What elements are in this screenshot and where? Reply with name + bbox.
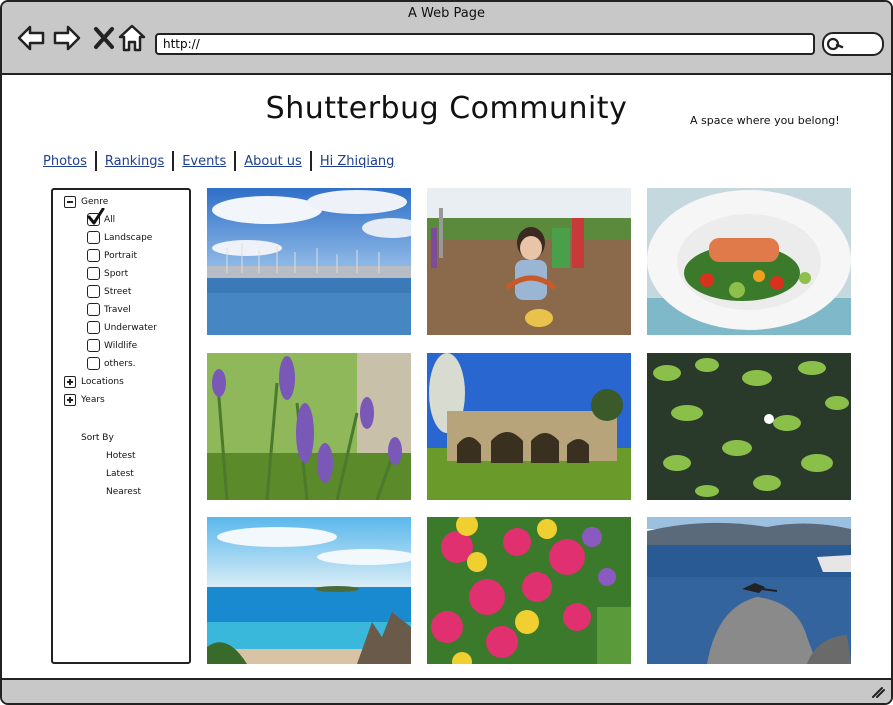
photo-marina[interactable] [207, 188, 411, 335]
photo-salmon-dish[interactable] [647, 188, 851, 335]
search-input[interactable] [822, 32, 884, 56]
close-icon[interactable] [90, 23, 120, 53]
checkbox-sport[interactable] [87, 267, 100, 280]
photo-bird-on-rock[interactable] [647, 517, 851, 664]
collapse-icon[interactable] [64, 196, 76, 208]
search-icon [826, 37, 844, 51]
checkbox-travel[interactable] [87, 303, 100, 316]
tree-years[interactable]: Years [64, 394, 105, 406]
genre-option-label: Street [104, 286, 132, 297]
genre-option-label: Underwater [104, 322, 157, 333]
genre-option-underwater[interactable]: Underwater [87, 321, 157, 334]
site-tagline: A space where you belong! [690, 114, 840, 127]
forward-arrow-icon[interactable] [52, 23, 82, 53]
checkbox-others[interactable] [87, 357, 100, 370]
nav-link-user[interactable]: Hi Zhiqiang [312, 154, 403, 169]
page-content: Shutterbug Community A space where you b… [2, 75, 891, 678]
genre-option-travel[interactable]: Travel [87, 303, 131, 316]
expand-icon[interactable] [64, 376, 76, 388]
genre-option-others[interactable]: others. [87, 357, 136, 370]
tree-genre-label: Genre [81, 197, 109, 207]
sort-option-hotest[interactable]: Hotest [106, 451, 136, 461]
browser-window: A Web Page http:// Shutterbug Community … [0, 0, 893, 705]
checkbox-wildlife[interactable] [87, 339, 100, 352]
tree-years-label: Years [81, 395, 105, 405]
checkbox-underwater[interactable] [87, 321, 100, 334]
genre-option-portrait[interactable]: Portrait [87, 249, 137, 262]
tree-genre[interactable]: Genre [64, 196, 108, 208]
browser-chrome: A Web Page http:// [2, 2, 891, 75]
window-title: A Web Page [408, 6, 485, 21]
nav-link-photos[interactable]: Photos [43, 154, 95, 169]
genre-option-label: Sport [104, 268, 129, 279]
checkmark-icon [87, 208, 105, 225]
genre-option-label: others. [104, 358, 136, 369]
genre-option-label: All [104, 214, 116, 225]
photo-petunias[interactable] [427, 517, 631, 664]
genre-option-label: Wildlife [104, 340, 138, 351]
genre-option-label: Portrait [104, 250, 138, 261]
url-input[interactable]: http:// [155, 33, 815, 55]
sort-option-latest[interactable]: Latest [106, 469, 134, 479]
genre-option-landscape[interactable]: Landscape [87, 231, 152, 244]
genre-option-street[interactable]: Street [87, 285, 131, 298]
back-arrow-icon[interactable] [16, 23, 46, 53]
photo-lavender[interactable] [207, 353, 411, 500]
expand-icon[interactable] [64, 394, 76, 406]
tree-locations-label: Locations [81, 377, 124, 387]
sort-by-label: Sort By [81, 433, 114, 443]
nav-link-events[interactable]: Events [174, 154, 234, 169]
tree-locations[interactable]: Locations [64, 376, 124, 388]
photo-lily-pond[interactable] [647, 353, 851, 500]
sort-option-nearest[interactable]: Nearest [106, 487, 141, 497]
genre-option-label: Travel [104, 304, 131, 315]
resize-grip-icon[interactable] [871, 686, 885, 698]
genre-option-all[interactable]: All [87, 208, 116, 226]
nav-link-about-us[interactable]: About us [236, 154, 310, 169]
checkbox-street[interactable] [87, 285, 100, 298]
photo-stone-bridge[interactable] [427, 353, 631, 500]
status-bar [2, 678, 891, 703]
genre-option-sport[interactable]: Sport [87, 267, 128, 280]
main-nav: Photos Rankings Events About us Hi Zhiqi… [43, 151, 402, 171]
home-icon[interactable] [117, 23, 147, 53]
genre-option-label: Landscape [104, 232, 153, 243]
genre-option-wildlife[interactable]: Wildlife [87, 339, 137, 352]
checkbox-all[interactable] [87, 208, 105, 226]
photo-beach[interactable] [207, 517, 411, 664]
photo-child-playground[interactable] [427, 188, 631, 335]
filter-sidebar: Genre All Landscape Portrait Sport Stree… [51, 188, 191, 664]
checkbox-landscape[interactable] [87, 231, 100, 244]
nav-link-rankings[interactable]: Rankings [97, 154, 172, 169]
checkbox-portrait[interactable] [87, 249, 100, 262]
